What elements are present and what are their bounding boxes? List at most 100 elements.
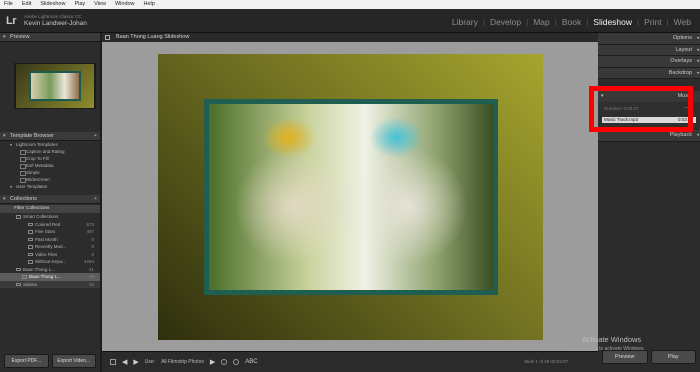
preview-button[interactable]: Preview [602,350,648,364]
collection-item[interactable]: Five Stars 487 [0,228,100,236]
collection-count: 673 [86,221,94,227]
collection-label: Salone [23,281,38,287]
collection-count: 0 [91,251,94,257]
activate-windows-subtitle: Go to Settings to activate Windows. [566,346,645,352]
collection-item[interactable]: Smart Collections [0,213,100,221]
collection-label: Past Month [35,236,58,242]
left-panel: ▾ Preview ▾ Template Browser + Lightroom… [0,33,100,372]
slideshow-title-bar: Baan Thong Luang Slideshow [102,33,598,42]
rotate-right-icon[interactable] [233,359,240,365]
source-dropdown[interactable]: All Filmstrip Photos [161,359,204,365]
collections-header[interactable]: ▾ Collections + [0,195,100,204]
collection-label: Video Files [35,251,58,257]
export-pdf-button[interactable]: Export PDF... [4,354,49,368]
module-library[interactable]: Library [447,17,483,27]
menu-edit[interactable]: Edit [22,0,31,9]
menu-bar: File Edit Slideshow Play View Window Hel… [0,0,700,9]
collection-item[interactable]: Video Files 0 [0,251,100,259]
slideshow-icon [105,35,110,40]
smart-collection-icon [28,237,33,242]
collapse-triangle-icon: ▾ [3,34,6,40]
collection-item[interactable]: Baan Thong L... 41 [0,266,100,274]
collections-title: Collections [10,196,37,202]
preview-panel-header[interactable]: ▾ Preview [0,33,100,42]
lightroom-logo: Lr [6,15,17,27]
collection-label: Baan Thong L... [23,266,55,272]
smart-collection-icon [28,260,33,264]
module-map[interactable]: Map [528,17,555,27]
next-icon[interactable]: ▶ [133,358,138,366]
collection-icon [16,267,21,272]
template-item[interactable]: Widescreen [0,176,100,183]
menu-slideshow[interactable]: Slideshow [40,0,65,9]
backdrop-panel-header[interactable]: Backdrop [598,67,700,79]
highlight-annotation [589,86,693,132]
collection-item[interactable]: Recently Mod... 0 [0,243,100,251]
folder-icon [16,215,21,219]
add-text-button[interactable]: ABC [245,359,257,365]
collapse-triangle-icon: ▾ [3,133,6,139]
photo-frame[interactable] [204,99,498,295]
menu-file[interactable]: File [4,0,13,9]
menu-help[interactable]: Help [144,0,155,9]
collection-item[interactable]: Salone 32 [0,280,100,288]
slide-canvas[interactable] [158,54,543,340]
collection-item[interactable]: Without Keyw... 4284 [0,258,100,266]
module-slideshow[interactable]: Slideshow [588,17,637,27]
overlays-panel-header[interactable]: Overlays [598,56,700,68]
slide-preview-thumbnail [16,64,94,108]
collection-label: Baan Thong L... [29,274,61,279]
module-web[interactable]: Web [669,17,696,27]
export-video-button[interactable]: Export Video... [51,354,96,368]
template-list: Lightroom Templates Caption and Rating C… [0,141,100,190]
template-folder[interactable]: User Templates [0,183,100,190]
slide-counter: Slide 1 of 48 00:03:07 [524,359,568,364]
collection-label: Five Stars [35,229,56,234]
collection-count: 4284 [83,259,94,264]
template-item[interactable]: Caption and Rating [0,148,100,155]
collection-label: Without Keyw... [35,259,67,264]
menu-view[interactable]: View [94,0,106,9]
add-collection-icon[interactable]: + [94,195,97,204]
previous-icon[interactable]: ◀ [122,358,127,366]
options-panel-header[interactable]: Options [598,33,700,45]
stop-icon[interactable] [110,359,116,365]
slide-preview [14,63,96,109]
collection-count: 48 [88,274,94,279]
template-item[interactable]: Simple [0,169,100,176]
module-book[interactable]: Book [557,17,586,27]
collection-item[interactable]: Colored Red 673 [0,221,100,229]
module-print[interactable]: Print [639,17,666,27]
module-develop[interactable]: Develop [485,17,526,27]
collections-list: Filter Collections Smart Collections Col… [0,205,100,288]
template-item[interactable]: Exif Metadata [0,162,100,169]
collection-item-selected[interactable]: Baan Thong L... 48 [0,273,100,281]
collection-count: 487 [86,229,94,234]
collection-item[interactable]: Past Month 0 [0,236,100,244]
template-browser-header[interactable]: ▾ Template Browser + [0,132,100,141]
preview-panel-title: Preview [10,34,30,40]
collection-icon [16,282,21,287]
layout-panel-header[interactable]: Layout [598,44,700,56]
collection-label: Recently Mod... [35,244,67,249]
rotate-left-icon[interactable] [221,359,228,365]
menu-play[interactable]: Play [74,0,85,9]
export-buttons: Export PDF... Export Video... [0,350,100,372]
template-folder[interactable]: Lightroom Templates [0,141,100,148]
play-button[interactable]: Play [650,350,696,364]
play-icon[interactable]: ▶ [210,358,215,366]
template-item[interactable]: Crop To Fill [0,155,100,162]
collection-label: Colored Red [35,221,61,227]
filter-collections-label: Filter Collections [14,206,50,211]
slideshow-toolbar: ◀ ▶ Use: All Filmstrip Photos ▶ ABC Slid… [102,351,598,372]
slideshow-collection-icon [22,275,27,279]
activate-windows-title: Activate Windows [582,335,642,344]
add-template-icon[interactable]: + [94,132,97,141]
slide-photo[interactable] [209,104,493,290]
slide-editor: Baan Thong Luang Slideshow ◀ ▶ Use: All … [102,33,598,372]
smart-collection-icon [28,245,33,249]
filter-collections[interactable]: Filter Collections [0,205,100,213]
collection-label: Smart Collections [23,214,59,219]
menu-window[interactable]: Window [115,0,135,9]
user-name: Kevin Landwer-Johan [24,20,87,27]
